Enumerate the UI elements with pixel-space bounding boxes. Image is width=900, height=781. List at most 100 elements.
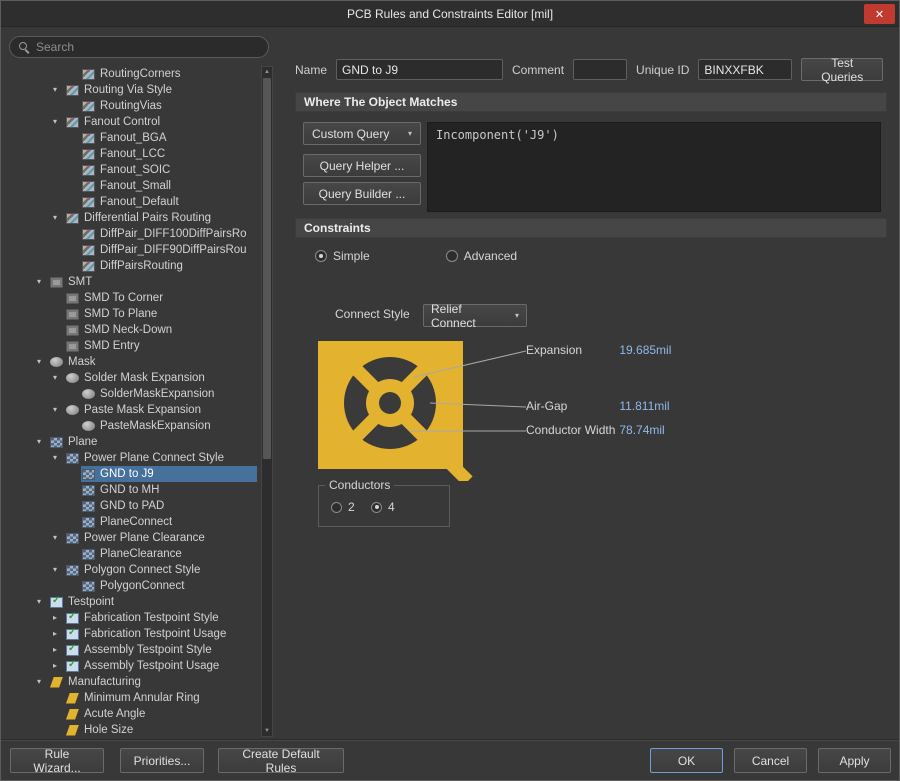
collapse-icon[interactable]: ▾	[37, 434, 49, 450]
tree-item-diffpairsrouting[interactable]: DiffPairsRouting	[9, 258, 257, 274]
tree-item-content: SMD Neck-Down	[65, 322, 257, 338]
collapse-icon[interactable]: ▾	[53, 530, 65, 546]
collapse-icon[interactable]: ▾	[37, 354, 49, 370]
tree-item-routing-via-style[interactable]: ▾Routing Via Style	[9, 82, 257, 98]
tree-item-planeclearance[interactable]: PlaneClearance	[9, 546, 257, 562]
collapse-icon[interactable]: ▾	[53, 450, 65, 466]
tree-item-fanout-default[interactable]: Fanout_Default	[9, 194, 257, 210]
tree-item-smt[interactable]: ▾SMT	[9, 274, 257, 290]
radio-simple[interactable]	[315, 250, 327, 262]
collapse-icon[interactable]: ▾	[53, 562, 65, 578]
tree-item-soldermaskexpansion[interactable]: SolderMaskExpansion	[9, 386, 257, 402]
tree-item-fabrication-testpoint-usage[interactable]: ▸Fabrication Testpoint Usage	[9, 626, 257, 642]
query-builder-button[interactable]: Query Builder ...	[303, 182, 421, 205]
scrollbar-thumb[interactable]	[263, 78, 271, 459]
tree-item-smd-to-plane[interactable]: SMD To Plane	[9, 306, 257, 322]
tree-item-plane[interactable]: ▾Plane	[9, 434, 257, 450]
manufacturing-icon	[66, 693, 79, 704]
tree-item-diffpair-diff100diffpairsro[interactable]: DiffPair_DIFF100DiffPairsRo	[9, 226, 257, 242]
tree-item-fanout-bga[interactable]: Fanout_BGA	[9, 130, 257, 146]
expand-icon[interactable]: ▸	[53, 642, 65, 658]
create-default-rules-button[interactable]: Create Default Rules	[218, 748, 344, 773]
close-icon: ✕	[875, 8, 884, 21]
scope-type-dropdown[interactable]: Custom Query ▾	[303, 122, 421, 145]
tree-item-smd-neck-down[interactable]: SMD Neck-Down	[9, 322, 257, 338]
chevron-down-icon: ▾	[515, 311, 519, 320]
apply-button[interactable]: Apply	[818, 748, 891, 773]
tree-item-fanout-lcc[interactable]: Fanout_LCC	[9, 146, 257, 162]
tree-item-polygonconnect[interactable]: PolygonConnect	[9, 578, 257, 594]
where-section-header: Where The Object Matches	[295, 92, 887, 112]
priorities-button[interactable]: Priorities...	[120, 748, 204, 773]
expand-icon[interactable]: ▸	[53, 626, 65, 642]
tree-item-content: DiffPair_DIFF90DiffPairsRou	[81, 242, 257, 258]
tree-item-solder-mask-expansion[interactable]: ▾Solder Mask Expansion	[9, 370, 257, 386]
rule-name-field[interactable]	[336, 59, 503, 80]
tree-item-label: SMD To Plane	[84, 308, 161, 320]
tree-item-routingvias[interactable]: RoutingVias	[9, 98, 257, 114]
tree-item-content: Fanout_LCC	[81, 146, 257, 162]
collapse-icon[interactable]: ▾	[37, 674, 49, 690]
tree-item-acute-angle[interactable]: Acute Angle	[9, 706, 257, 722]
expand-icon[interactable]: ▸	[53, 658, 65, 674]
test-queries-button[interactable]: Test Queries	[801, 58, 883, 81]
tree-item-polygon-connect-style[interactable]: ▾Polygon Connect Style	[9, 562, 257, 578]
tree-item-differential-pairs-routing[interactable]: ▾Differential Pairs Routing	[9, 210, 257, 226]
collapse-icon[interactable]: ▾	[37, 274, 49, 290]
tree-item-label: Assembly Testpoint Usage	[84, 660, 223, 672]
tree-item-paste-mask-expansion[interactable]: ▾Paste Mask Expansion	[9, 402, 257, 418]
radio-conductors-4[interactable]	[371, 502, 382, 513]
tree-item-planeconnect[interactable]: PlaneConnect	[9, 514, 257, 530]
tree-item-fabrication-testpoint-style[interactable]: ▸Fabrication Testpoint Style	[9, 610, 257, 626]
testpoint-icon	[66, 645, 79, 656]
query-helper-button[interactable]: Query Helper ...	[303, 154, 421, 177]
tree-item-fanout-control[interactable]: ▾Fanout Control	[9, 114, 257, 130]
tree-item-label: Acute Angle	[84, 708, 149, 720]
search-input[interactable]	[36, 40, 259, 54]
query-editor[interactable]: Incomponent('J9')	[427, 122, 881, 212]
tree-item-pastemaskexpansion[interactable]: PasteMaskExpansion	[9, 418, 257, 434]
tree-item-power-plane-connect-style[interactable]: ▾Power Plane Connect Style	[9, 450, 257, 466]
tree-item-mask[interactable]: ▾Mask	[9, 354, 257, 370]
tree-item-label: RoutingVias	[100, 100, 166, 112]
tree-item-content: Differential Pairs Routing	[65, 210, 257, 226]
tree-item-gnd-to-mh[interactable]: GND to MH	[9, 482, 257, 498]
scroll-down-icon[interactable]: ▼	[262, 726, 272, 736]
tree-item-label: RoutingCorners	[100, 68, 185, 80]
collapse-icon[interactable]: ▾	[53, 402, 65, 418]
collapse-icon[interactable]: ▾	[53, 82, 65, 98]
tree-scrollbar[interactable]: ▲ ▼	[261, 66, 273, 737]
tree-item-label: DiffPairsRouting	[100, 260, 187, 272]
tree-item-assembly-testpoint-usage[interactable]: ▸ Assembly Testpoint Usage	[9, 658, 257, 674]
connect-style-dropdown[interactable]: Relief Connect ▾	[423, 304, 527, 327]
cancel-button[interactable]: Cancel	[734, 748, 807, 773]
rule-wizard-button[interactable]: Rule Wizard...	[10, 748, 104, 773]
ok-button[interactable]: OK	[650, 748, 723, 773]
radio-advanced[interactable]	[446, 250, 458, 262]
tree-item-gnd-to-j9[interactable]: GND to J9	[9, 466, 257, 482]
tree-item-fanout-small[interactable]: Fanout_Small	[9, 178, 257, 194]
tree-item-smd-entry[interactable]: SMD Entry	[9, 338, 257, 354]
tree-item-hole-size[interactable]: Hole Size	[9, 722, 257, 737]
tree-item-testpoint[interactable]: ▾Testpoint	[9, 594, 257, 610]
tree-item-assembly-testpoint-style[interactable]: ▸Assembly Testpoint Style	[9, 642, 257, 658]
tree-item-power-plane-clearance[interactable]: ▾Power Plane Clearance	[9, 530, 257, 546]
tree-item-manufacturing[interactable]: ▾Manufacturing	[9, 674, 257, 690]
radio-conductors-2[interactable]	[331, 502, 342, 513]
tree-item-routingcorners[interactable]: RoutingCorners	[9, 66, 257, 82]
conductors-label: Conductors	[325, 478, 394, 492]
tree-item-fanout-soic[interactable]: Fanout_SOIC	[9, 162, 257, 178]
tree-item-smd-to-corner[interactable]: SMD To Corner	[9, 290, 257, 306]
expand-icon[interactable]: ▸	[53, 610, 65, 626]
collapse-icon[interactable]: ▾	[53, 210, 65, 226]
tree-item-minimum-annular-ring[interactable]: Minimum Annular Ring	[9, 690, 257, 706]
tree-item-gnd-to-pad[interactable]: GND to PAD	[9, 498, 257, 514]
collapse-icon[interactable]: ▾	[53, 114, 65, 130]
close-button[interactable]: ✕	[864, 4, 895, 24]
collapse-icon[interactable]: ▾	[53, 370, 65, 386]
tree-item-diffpair-diff90diffpairsrou[interactable]: DiffPair_DIFF90DiffPairsRou	[9, 242, 257, 258]
unique-id-field[interactable]	[698, 59, 792, 80]
comment-field[interactable]	[573, 59, 627, 80]
collapse-icon[interactable]: ▾	[37, 594, 49, 610]
scroll-up-icon[interactable]: ▲	[262, 67, 272, 77]
